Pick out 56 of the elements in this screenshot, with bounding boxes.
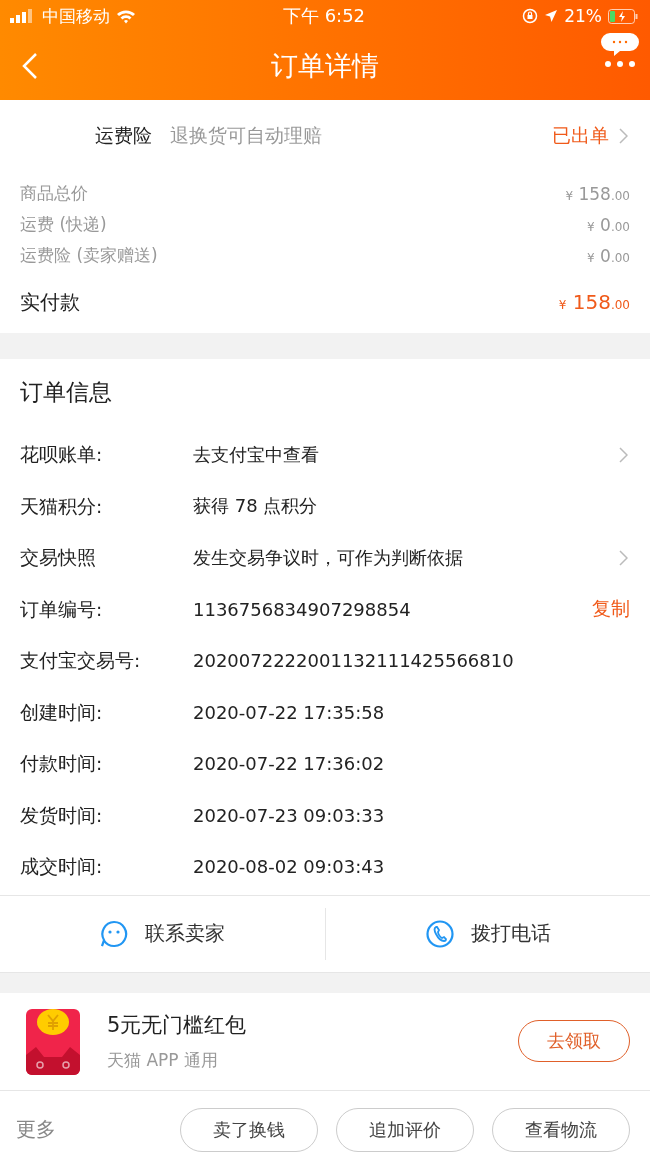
info-value: 2020-08-02 09:03:43 [193, 856, 386, 878]
page-title: 订单详情 [271, 49, 379, 83]
price-amount: ¥ 0.00 [587, 214, 630, 235]
more-link[interactable]: 更多 [16, 1116, 162, 1143]
insurance-label: 运费险 [95, 123, 152, 148]
claim-button[interactable]: 去领取 [518, 1020, 630, 1062]
info-value: 2020-07-22 17:36:02 [193, 753, 386, 775]
money-envelope-icon [26, 1007, 80, 1075]
total-amount: ¥ 158.00 [558, 290, 630, 314]
price-amount: ¥ 158.00 [565, 183, 630, 204]
coupon-title: 5元无门槛红包 [107, 1011, 248, 1039]
wifi-icon [116, 8, 136, 24]
info-value: 1136756834907298854 [193, 598, 412, 620]
info-value: 去支付宝中查看 [193, 442, 320, 467]
status-time: 下午 6:52 [282, 4, 366, 28]
section-title: 订单信息 [19, 378, 113, 407]
insurance-row[interactable]: 运费险 退换货可自动理赔 已出单 [0, 100, 650, 172]
battery-percent: 21% [564, 6, 602, 26]
contact-button-label[interactable]: 拨打电话 [470, 920, 551, 947]
info-label: 交易快照 [20, 546, 97, 571]
back-icon[interactable] [22, 52, 38, 80]
info-value: 发生交易争议时，可作为判断依据 [193, 545, 464, 570]
info-label: 发货时间: [20, 803, 104, 828]
info-label: 订单编号: [20, 597, 104, 622]
info-label: 创建时间: [20, 700, 104, 725]
smiley-chat-icon[interactable] [99, 918, 130, 949]
location-arrow-icon [544, 9, 559, 23]
chevron-right-icon[interactable] [619, 549, 628, 566]
info-label: 天猫积分: [20, 494, 104, 519]
info-label: 成交时间: [20, 855, 104, 880]
price-amount: ¥ 0.00 [587, 245, 630, 266]
info-value: 2020-07-22 17:35:58 [193, 701, 386, 723]
action-button[interactable]: 追加评价 [336, 1107, 474, 1152]
price-label: 商品总价 [20, 182, 88, 205]
info-value: 2020072222001132111425566810 [193, 650, 515, 672]
coupon-subtitle: 天猫 APP 通用 [107, 1048, 219, 1072]
chevron-right-icon [619, 128, 628, 144]
info-label: 花呗账单: [20, 443, 104, 468]
chat-bubble-icon[interactable] [600, 32, 640, 68]
info-value: 2020-07-23 09:03:33 [193, 804, 386, 826]
orientation-lock-icon [522, 8, 539, 24]
action-button[interactable]: 卖了换钱 [180, 1107, 318, 1152]
chevron-right-icon[interactable] [619, 446, 628, 463]
contact-button-label[interactable]: 联系卖家 [145, 920, 226, 947]
total-label: 实付款 [20, 288, 80, 316]
insurance-description: 退换货可自动理赔 [170, 123, 323, 148]
info-label: 付款时间: [20, 752, 104, 777]
info-value: 获得 78 点积分 [193, 494, 319, 519]
phone-icon[interactable] [424, 918, 455, 949]
battery-charging-icon [608, 8, 638, 24]
action-button[interactable]: 查看物流 [492, 1107, 630, 1152]
insurance-status: 已出单 [552, 123, 609, 148]
price-label: 运费险 (卖家赠送) [20, 244, 158, 267]
carrier-name: 中国移动 [42, 4, 110, 28]
info-label: 支付宝交易号: [20, 649, 142, 674]
price-label: 运费 (快递) [20, 213, 107, 236]
